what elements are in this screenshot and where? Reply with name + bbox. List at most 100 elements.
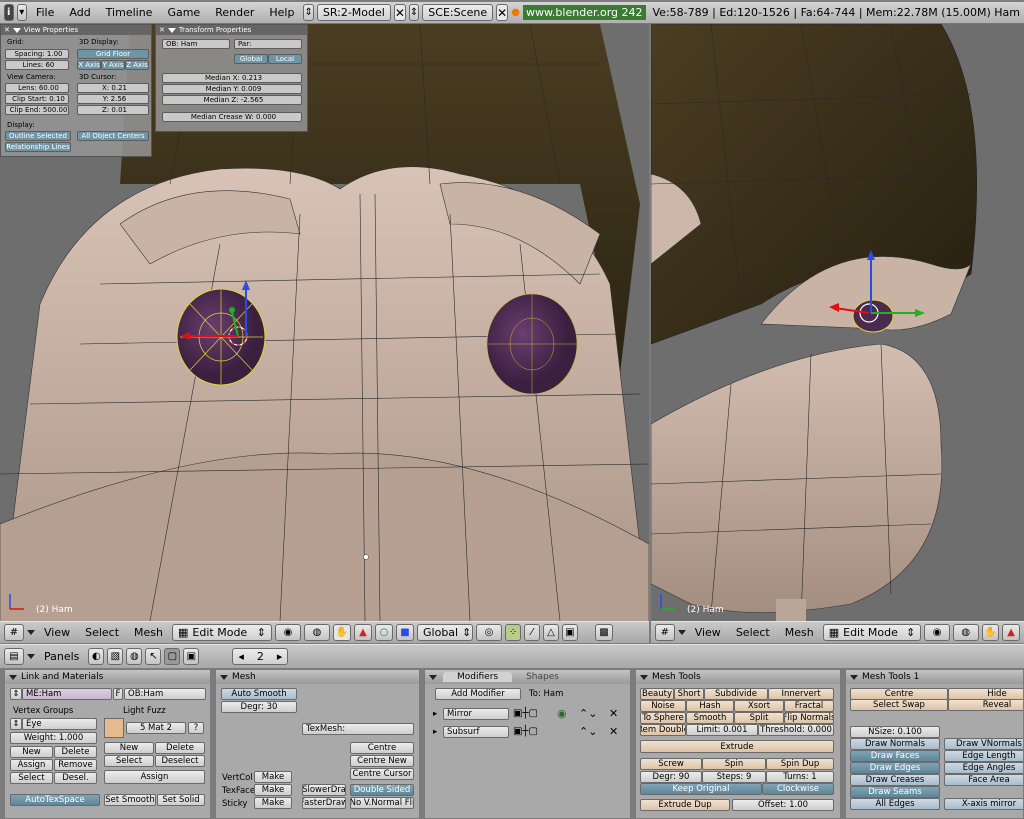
scene-field[interactable]: SCE:Scene	[422, 4, 494, 21]
cursor-y-field[interactable]: Y: 2.56	[77, 94, 149, 104]
auto-smooth-button[interactable]: Auto Smooth	[221, 688, 297, 700]
menu-game[interactable]: Game	[161, 6, 206, 19]
all-object-centers-button[interactable]: All Object Centers	[77, 131, 149, 141]
menu-timeline[interactable]: Timeline	[100, 6, 159, 19]
screw-button[interactable]: Screw	[640, 758, 702, 770]
occlude-icon[interactable]: ▣	[562, 624, 579, 641]
screen-close-icon[interactable]: ✕	[393, 4, 406, 21]
vertex-select-icon[interactable]: ⁘	[505, 624, 522, 641]
draw-seams-button[interactable]: Draw Seams	[850, 786, 940, 798]
menu-mesh[interactable]: Mesh	[128, 626, 169, 639]
steps-field[interactable]: Steps: 9	[702, 771, 766, 783]
cursor-x-field[interactable]: X: 0.21	[77, 83, 149, 93]
subsurf-move-icons[interactable]: ⌃⌄	[579, 725, 597, 738]
mesh-browse-icon[interactable]: ⇕	[10, 688, 22, 700]
vertex-group-field[interactable]: Eye	[22, 718, 97, 730]
link-materials-header[interactable]: Link and Materials	[5, 670, 210, 684]
edge-angles-button[interactable]: Edge Angles	[944, 762, 1023, 774]
pivot-icon[interactable]: ◍	[952, 624, 979, 641]
threshold-field[interactable]: Threshold: 0.000	[758, 724, 834, 736]
viewport-left[interactable]: (2) Ham ✕ View Properties Grid: Spacing: …	[0, 24, 649, 621]
object-name-field[interactable]: OB:Ham	[124, 688, 206, 700]
manipulator-rotate-icon[interactable]: ○	[375, 624, 394, 641]
tab-shapes[interactable]: Shapes	[512, 672, 573, 682]
xsort-button[interactable]: Xsort	[734, 700, 784, 712]
vgroup-remove-button[interactable]: Remove	[54, 759, 97, 771]
fractal-button[interactable]: Fractal	[784, 700, 834, 712]
tab-modifiers[interactable]: Modifiers	[443, 672, 513, 682]
add-modifier-button[interactable]: Add Modifier	[435, 688, 521, 700]
lens-field[interactable]: Lens: 60.00	[5, 83, 69, 93]
menu-mesh[interactable]: Mesh	[779, 626, 820, 639]
scene-context-icon[interactable]: ▣	[183, 648, 200, 665]
group-browse-icon[interactable]: ⇕	[10, 718, 22, 730]
clockwise-button[interactable]: Clockwise	[762, 783, 834, 795]
screen-browse-icon[interactable]: ⇕	[303, 4, 314, 21]
global-button[interactable]: Global	[234, 54, 268, 64]
menu-view[interactable]: View	[689, 626, 727, 639]
offset-field[interactable]: Offset: 1.00	[732, 799, 834, 811]
modifier-subsurf-field[interactable]: Subsurf	[443, 726, 509, 738]
draw-vnormals-button[interactable]: Draw VNormals	[944, 738, 1023, 750]
vgroup-new-button[interactable]: New	[10, 746, 53, 758]
mirror-apply-icon[interactable]: ◉	[557, 707, 567, 720]
mirror-delete-icon[interactable]: ✕	[609, 707, 618, 720]
extrude-button[interactable]: Extrude	[640, 740, 834, 753]
outline-selected-button[interactable]: Outline Selected	[5, 131, 71, 141]
vgroup-assign-button[interactable]: Assign	[10, 759, 53, 771]
clip-start-field[interactable]: Clip Start: 0.10	[5, 94, 69, 104]
cursor-z-field[interactable]: Z: 0.01	[77, 105, 149, 115]
collapse-menu-icon[interactable]	[27, 654, 35, 659]
manipulator-translate-icon[interactable]: ▲	[1002, 624, 1020, 641]
noise-button[interactable]: Noise	[640, 700, 686, 712]
mesh-tools1-header[interactable]: Mesh Tools 1	[846, 670, 1023, 684]
sticky-make-button[interactable]: Make	[254, 797, 292, 809]
collapse-menu-icon[interactable]	[27, 630, 35, 635]
to-sphere-button[interactable]: To Sphere	[640, 712, 686, 724]
no-vnormal-flip-button[interactable]: No V.Normal Fli	[350, 797, 414, 809]
subdivide-button[interactable]: Subdivide	[704, 688, 768, 700]
draw-type-icon[interactable]: ◉	[924, 624, 950, 641]
beauty-button[interactable]: Beauty	[640, 688, 674, 700]
spin-button[interactable]: Spin	[702, 758, 766, 770]
mesh-panel-header[interactable]: Mesh	[216, 670, 419, 684]
material-select-button[interactable]: Select	[104, 755, 154, 767]
auto-smooth-degr-field[interactable]: Degr: 30	[221, 701, 297, 713]
select-swap-button[interactable]: Select Swap	[850, 699, 948, 711]
logic-context-icon[interactable]: ◐	[88, 648, 105, 665]
scene-browse-icon[interactable]: ⇕	[408, 4, 420, 21]
modifier-mirror-field[interactable]: Mirror	[443, 708, 509, 720]
fake-user-button[interactable]: F	[113, 688, 123, 700]
mirror-move-icons[interactable]: ⌃⌄	[579, 707, 597, 720]
material-query-button[interactable]: ?	[188, 722, 204, 734]
median-crease-field[interactable]: Median Crease W: 0.000	[162, 112, 302, 122]
panel-close-icon[interactable]: ✕	[159, 26, 165, 34]
expand-mirror-icon[interactable]: ▸	[433, 709, 437, 719]
hash-button[interactable]: Hash	[686, 700, 734, 712]
material-new-button[interactable]: New	[104, 742, 154, 754]
reveal-button[interactable]: Reveal	[948, 699, 1023, 711]
decrement-icon[interactable]: ◂	[238, 650, 244, 663]
set-smooth-button[interactable]: Set Smooth	[104, 794, 156, 806]
orientation-dropdown[interactable]: Global ⇕	[417, 624, 474, 641]
parent-field[interactable]: Par:	[234, 39, 302, 49]
pivot-icon[interactable]: ◍	[304, 624, 331, 641]
expand-subsurf-icon[interactable]: ▸	[433, 727, 437, 737]
manipulator-scale-icon[interactable]: ■	[396, 624, 415, 641]
local-button[interactable]: Local	[268, 54, 302, 64]
window-type-icon[interactable]: ▾	[16, 4, 27, 21]
turns-field[interactable]: Turns: 1	[766, 771, 834, 783]
vgroup-delete-button[interactable]: Delete	[54, 746, 97, 758]
mesh-name-field[interactable]: ME:Ham	[22, 688, 112, 700]
relationship-lines-button[interactable]: Relationship Lines	[5, 142, 71, 152]
set-solid-button[interactable]: Set Solid	[157, 794, 205, 806]
layer-icon[interactable]: ◎	[476, 624, 503, 641]
limit-field[interactable]: Limit: 0.001	[686, 724, 758, 736]
grid-lines-field[interactable]: Lines: 60	[5, 60, 69, 70]
median-y-field[interactable]: Median Y: 0.009	[162, 84, 302, 94]
median-z-field[interactable]: Median Z: -2.565	[162, 95, 302, 105]
menu-select[interactable]: Select	[730, 626, 776, 639]
subsurf-toggle-icons[interactable]: ▣┼▢	[513, 726, 538, 737]
menu-render[interactable]: Render	[209, 6, 260, 19]
autotexspace-button[interactable]: AutoTexSpace	[10, 794, 100, 806]
